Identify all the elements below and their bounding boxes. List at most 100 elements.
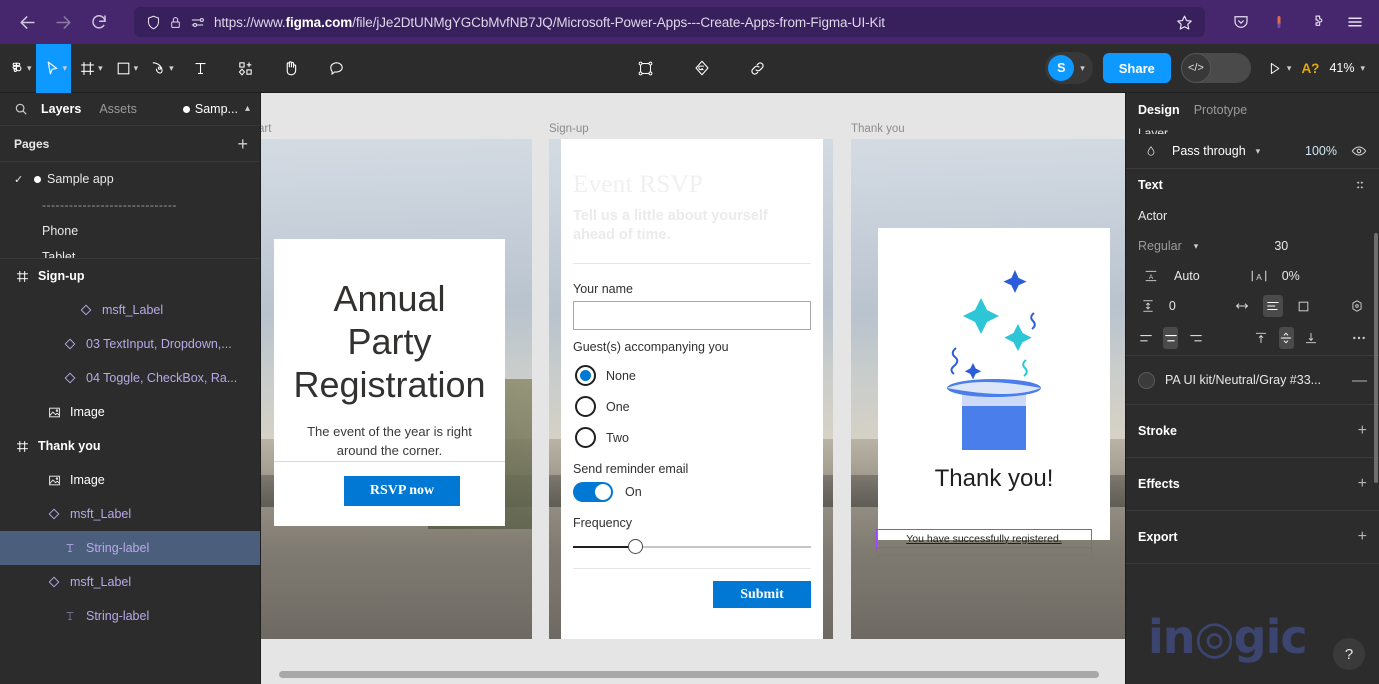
font-style-value[interactable]: Regular xyxy=(1138,239,1182,253)
frequency-slider[interactable] xyxy=(573,539,811,554)
more-options-icon[interactable] xyxy=(1351,327,1367,349)
component-tool[interactable] xyxy=(223,44,268,93)
back-button[interactable] xyxy=(12,7,42,37)
line-height-value[interactable]: Auto xyxy=(1174,269,1200,283)
frame-label-thankyou[interactable]: Thank you xyxy=(851,123,905,135)
align-bottom-icon[interactable] xyxy=(1304,327,1319,349)
layer-image-1[interactable]: Image xyxy=(0,395,260,429)
layer-msft-label-3[interactable]: msft_Label xyxy=(0,565,260,599)
reminder-toggle-row[interactable]: On xyxy=(573,482,823,502)
truncate-icon[interactable] xyxy=(1293,295,1314,317)
frame-start[interactable]: Annual Party Registration The event of t… xyxy=(261,139,532,639)
horizontal-resize-icon[interactable] xyxy=(1232,295,1253,317)
plugins-icon[interactable] xyxy=(685,44,719,93)
search-icon[interactable] xyxy=(10,98,32,120)
blend-mode-value[interactable]: Pass through xyxy=(1172,144,1246,158)
text-tool[interactable] xyxy=(178,44,223,93)
align-text-left-icon[interactable] xyxy=(1138,327,1153,349)
align-top-icon[interactable] xyxy=(1254,327,1269,349)
opacity-value[interactable]: 100% xyxy=(1305,144,1337,158)
frame-label-signup[interactable]: Sign-up xyxy=(549,123,589,135)
layer-string-label-selected[interactable]: String-label xyxy=(0,531,260,565)
add-effect-button[interactable]: + xyxy=(1358,475,1367,493)
present-group[interactable]: ▾ xyxy=(1267,61,1292,76)
paragraph-spacing-value[interactable]: 0 xyxy=(1169,299,1176,313)
align-left-icon[interactable] xyxy=(1262,295,1284,317)
hamburger-menu-icon[interactable] xyxy=(1343,10,1367,34)
frame-thankyou[interactable]: Thank you! You have successfully registe… xyxy=(851,139,1125,639)
layers-tree[interactable]: Sign-up msft_Label 03 TextInput, Dropdow… xyxy=(0,259,260,633)
slider-knob[interactable] xyxy=(627,539,643,554)
align-text-right-icon[interactable] xyxy=(1188,327,1203,349)
forward-button[interactable] xyxy=(48,7,78,37)
tab-design[interactable]: Design xyxy=(1138,103,1180,117)
add-page-button[interactable]: + xyxy=(237,135,248,153)
radio-one[interactable]: One xyxy=(575,396,823,417)
reload-button[interactable] xyxy=(84,7,114,37)
reminder-toggle[interactable] xyxy=(573,482,613,502)
chevron-up-icon[interactable]: ▴ xyxy=(245,104,250,114)
hand-tool[interactable] xyxy=(268,44,314,93)
your-name-input[interactable] xyxy=(573,301,811,330)
chevron-down-icon[interactable]: ▾ xyxy=(1080,63,1085,73)
canvas-horizontal-scrollbar[interactable] xyxy=(279,671,1099,678)
radio-two[interactable]: Two xyxy=(575,427,823,448)
dev-mode-toggle[interactable]: </> xyxy=(1180,53,1251,83)
chevron-down-icon[interactable]: ▾ xyxy=(1287,63,1292,73)
layer-msft-label-1[interactable]: msft_Label xyxy=(0,293,260,327)
tab-assets[interactable]: Assets xyxy=(90,102,146,116)
pages-list[interactable]: ✓ Sample app ---------------------------… xyxy=(0,162,260,259)
frame-label-start[interactable]: art xyxy=(261,123,271,135)
tab-prototype[interactable]: Prototype xyxy=(1194,103,1248,117)
layer-textinput-dropdown[interactable]: 03 TextInput, Dropdown,... xyxy=(0,327,260,361)
type-detail-icon[interactable] xyxy=(1346,295,1367,317)
permissions-icon[interactable] xyxy=(186,11,208,33)
address-bar[interactable]: https://www.figma.com/file/jJe2DtUNMgYGC… xyxy=(134,7,1205,37)
font-size-value[interactable]: 30 xyxy=(1274,239,1288,253)
add-stroke-button[interactable]: + xyxy=(1358,422,1367,440)
layer-string-label-2[interactable]: String-label xyxy=(0,599,260,633)
fill-color-swatch[interactable] xyxy=(1138,371,1155,389)
figma-canvas[interactable]: art Annual Party Registration The event … xyxy=(261,93,1125,684)
layer-toggle-checkbox[interactable]: 04 Toggle, CheckBox, Ra... xyxy=(0,361,260,395)
layer-thankyou-frame[interactable]: Thank you xyxy=(0,429,260,463)
chevron-down-icon[interactable]: ▾ xyxy=(1256,146,1261,156)
link-icon[interactable] xyxy=(741,44,775,93)
layer-msft-label-2[interactable]: msft_Label xyxy=(0,497,260,531)
current-file-name[interactable]: Samp... ▴ xyxy=(182,102,250,116)
account-icon[interactable] xyxy=(1267,10,1291,34)
figma-main-menu-button[interactable]: ▾ xyxy=(0,44,36,93)
page-item-phone[interactable]: Phone xyxy=(0,218,260,244)
scale-tool[interactable] xyxy=(629,44,663,93)
tab-layers[interactable]: Layers xyxy=(32,102,90,116)
text-settings-icon[interactable] xyxy=(1353,178,1367,192)
chevron-down-icon[interactable]: ▾ xyxy=(1194,241,1199,251)
font-family-row[interactable]: Actor xyxy=(1126,201,1379,231)
fill-row[interactable]: PA UI kit/Neutral/Gray #33... — xyxy=(1126,356,1379,404)
frame-signup[interactable]: Event RSVP Tell us a little about yourse… xyxy=(549,139,833,639)
align-middle-icon[interactable] xyxy=(1278,327,1294,349)
help-button[interactable]: ? xyxy=(1333,638,1365,670)
collaborators-group[interactable]: S ▾ xyxy=(1045,52,1093,84)
frame-tool[interactable]: ▾ xyxy=(71,44,107,93)
align-text-center-icon[interactable] xyxy=(1163,327,1179,349)
shape-tool[interactable]: ▾ xyxy=(107,44,143,93)
eye-icon[interactable] xyxy=(1351,143,1367,159)
pen-tool[interactable]: ▾ xyxy=(142,44,178,93)
right-panel-scrollbar[interactable] xyxy=(1374,233,1378,483)
share-button[interactable]: Share xyxy=(1102,53,1171,83)
move-tool[interactable]: ▾ xyxy=(35,43,72,93)
layer-signup-frame[interactable]: Sign-up xyxy=(0,259,260,293)
page-item-sample-app[interactable]: ✓ Sample app xyxy=(0,166,260,192)
letter-spacing-value[interactable]: 0% xyxy=(1282,269,1300,283)
extensions-icon[interactable] xyxy=(1305,10,1329,34)
add-export-button[interactable]: + xyxy=(1358,528,1367,546)
submit-button[interactable]: Submit xyxy=(713,581,811,608)
rsvp-now-button[interactable]: RSVP now xyxy=(344,476,460,506)
zoom-control[interactable]: 41% ▾ xyxy=(1329,61,1365,75)
pocket-icon[interactable] xyxy=(1229,10,1253,34)
comment-tool[interactable] xyxy=(314,44,359,93)
remove-fill-button[interactable]: — xyxy=(1352,372,1367,389)
page-item-tablet[interactable]: Tablet xyxy=(0,244,260,258)
bookmark-star-icon[interactable] xyxy=(1171,9,1197,35)
